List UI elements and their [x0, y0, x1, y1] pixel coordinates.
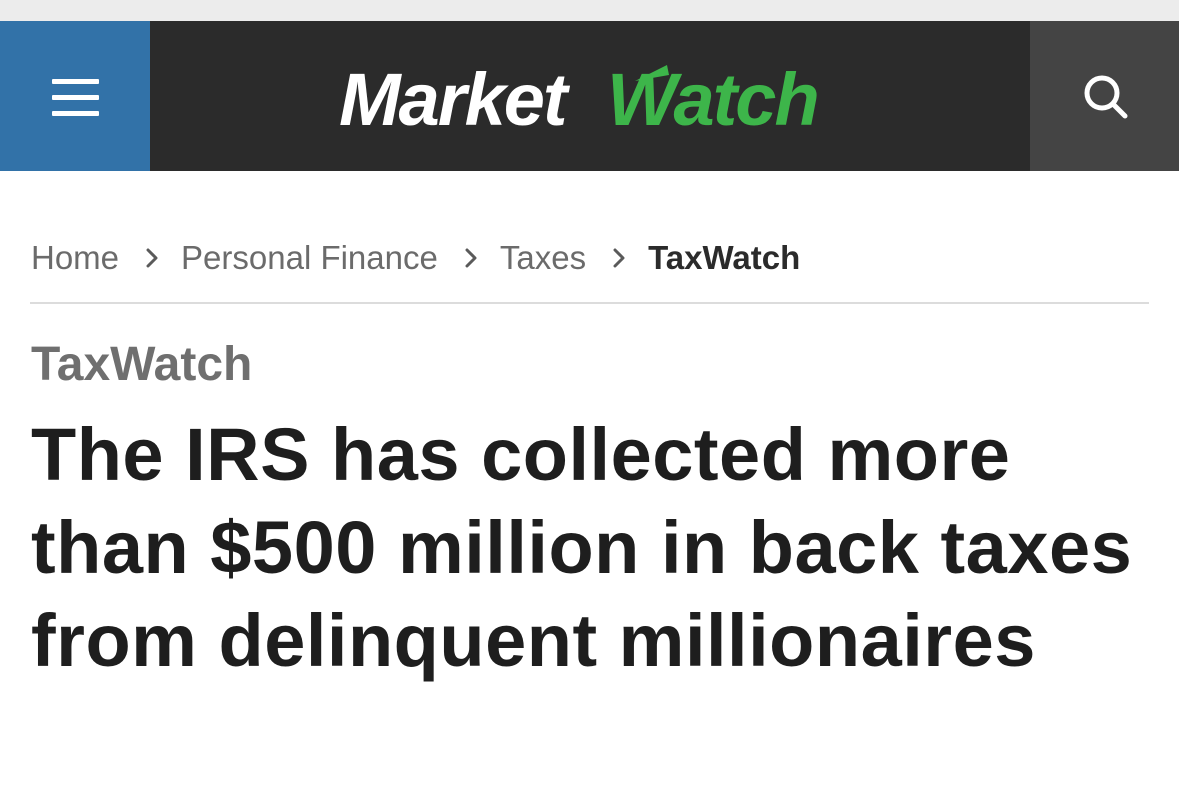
breadcrumb-personal-finance[interactable]: Personal Finance [181, 239, 438, 277]
chevron-right-icon [145, 247, 159, 269]
breadcrumb-taxwatch[interactable]: TaxWatch [648, 239, 800, 277]
hamburger-menu-icon-bar-bottom [52, 111, 99, 116]
breadcrumb-divider [30, 302, 1149, 304]
marketwatch-logo[interactable]: Market Watch [335, 57, 855, 137]
hamburger-menu-icon-bar-top [52, 79, 99, 84]
breadcrumb: Home Personal Finance Taxes TaxWatch [31, 234, 800, 282]
chevron-right-icon [612, 247, 626, 269]
hamburger-menu-icon-bar-middle [52, 95, 99, 100]
article-category[interactable]: TaxWatch [31, 337, 252, 392]
menu-button[interactable] [0, 21, 150, 171]
logo-text-market: Market [339, 58, 571, 137]
logo-text-watch: Watch [607, 58, 818, 137]
chevron-right-icon [464, 247, 478, 269]
breadcrumb-taxes[interactable]: Taxes [500, 239, 586, 277]
search-button[interactable] [1030, 21, 1179, 171]
status-strip [0, 0, 1179, 21]
article-headline: The IRS has collected more than $500 mil… [31, 413, 1133, 682]
breadcrumb-home[interactable]: Home [31, 239, 119, 277]
search-icon [1084, 75, 1128, 119]
site-header: Market Watch [0, 21, 1179, 171]
